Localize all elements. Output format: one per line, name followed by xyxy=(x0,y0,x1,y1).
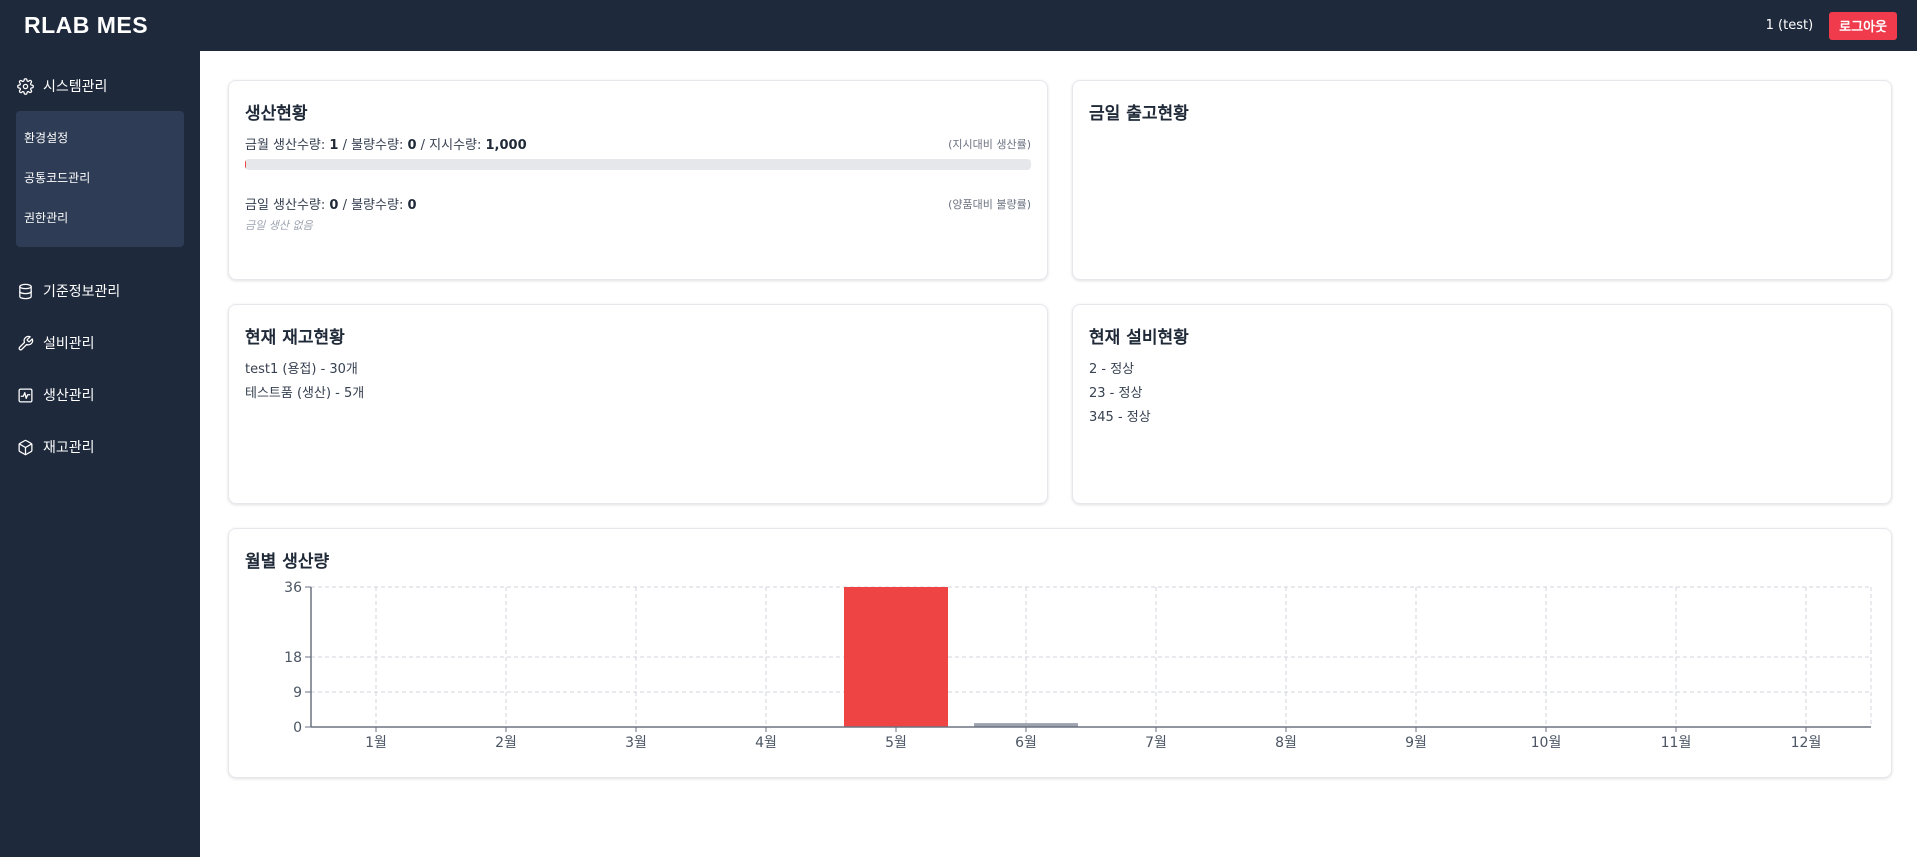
x-tick-label: 2월 xyxy=(495,735,517,751)
x-tick-label: 12월 xyxy=(1791,735,1822,751)
system-submenu: 환경설정 공통코드관리 권한관리 xyxy=(16,111,184,247)
month-bad-value: 0 xyxy=(407,138,417,153)
activity-icon xyxy=(16,386,34,404)
month-hint: (지시대비 생산률) xyxy=(948,137,1031,151)
inventory-item: test1 (용접) - 30개 xyxy=(245,362,358,377)
y-tick-label: 36 xyxy=(284,581,302,596)
monthly-production-chart: 0 9 18 36 1월 2월 3월 4월 5월 6월 7월 8월 9월 10월 11월 12월 xyxy=(284,581,1872,751)
sidebar-item-label: 기준정보관리 xyxy=(43,284,121,300)
box-icon xyxy=(16,438,34,456)
x-tick-label: 11월 xyxy=(1661,735,1692,751)
x-tick-label: 9월 xyxy=(1405,735,1427,751)
equipment-item: 23 - 정상 xyxy=(1089,386,1143,401)
sidebar-item-system[interactable]: 시스템관리 xyxy=(0,69,200,103)
x-tick-label: 7월 xyxy=(1145,735,1167,751)
wrench-icon xyxy=(16,334,34,352)
monthly-production-card: 월별 생산량 0 9 18 36 1월 2월 3월 4월 5월 6월 7월 8월 9월 10월 11월 12월 xyxy=(228,528,1892,778)
sidebar-item-production[interactable]: 생산관리 xyxy=(0,369,200,421)
month-bad-label: / 불량수량: xyxy=(338,138,408,153)
top-bar: RLAB MES 1 (test) 로그아웃 xyxy=(0,0,1917,51)
inventory-item: 테스트품 (생산) - 5개 xyxy=(245,386,365,401)
x-tick-label: 3월 xyxy=(625,735,647,751)
inventory-status-card: 현재 재고현황 test1 (용접) - 30개 테스트품 (생산) - 5개 xyxy=(228,304,1048,504)
card-title: 금일 출고현황 xyxy=(1089,104,1189,124)
today-empty-note: 금일 생산 없음 xyxy=(245,219,313,232)
production-status-card: 생산현황 금월 생산수량: 1 / 불량수량: 0 / 지시수량: 1,000 … xyxy=(228,80,1048,280)
sidebar: 시스템관리 환경설정 공통코드관리 권한관리 기준정보관리 설비관리 생산관리 xyxy=(0,51,200,857)
today-bad-value: 0 xyxy=(407,198,417,213)
card-title: 현재 설비현황 xyxy=(1089,328,1189,348)
x-tick-label: 5월 xyxy=(885,735,907,751)
x-tick-label: 10월 xyxy=(1531,735,1562,751)
bar-5 xyxy=(844,587,948,727)
x-tick-label: 6월 xyxy=(1015,735,1037,751)
equipment-status-card: 현재 설비현황 2 - 정상 23 - 정상 345 - 정상 xyxy=(1072,304,1892,504)
submenu-item-permissions[interactable]: 권한관리 xyxy=(16,197,184,237)
y-tick-label: 9 xyxy=(293,685,302,701)
submenu-item-common-code[interactable]: 공통코드관리 xyxy=(16,157,184,197)
equipment-item: 2 - 정상 xyxy=(1089,362,1135,377)
y-tick-label: 0 xyxy=(293,720,302,736)
month-stats: 금월 생산수량: 1 / 불량수량: 0 / 지시수량: 1,000 xyxy=(245,134,527,153)
sidebar-item-label: 재고관리 xyxy=(43,440,95,456)
gear-icon xyxy=(16,77,34,95)
card-title: 현재 재고현황 xyxy=(245,328,345,348)
month-stats-row: 금월 생산수량: 1 / 불량수량: 0 / 지시수량: 1,000 (지시대비… xyxy=(245,134,1031,154)
sidebar-item-label: 설비관리 xyxy=(43,336,95,352)
chart-title: 월별 생산량 xyxy=(245,552,330,572)
sidebar-groups: 기준정보관리 설비관리 생산관리 재고관리 xyxy=(0,265,200,473)
sidebar-item-label: 시스템관리 xyxy=(43,79,108,95)
month-order-label: / 지시수량: xyxy=(416,138,486,153)
app-title: RLAB MES xyxy=(24,12,149,38)
user-label: 1 (test) xyxy=(1765,18,1814,33)
sidebar-item-label: 생산관리 xyxy=(43,388,95,404)
user-area: 1 (test) 로그아웃 xyxy=(1765,11,1897,40)
today-hint: (양품대비 불량률) xyxy=(948,197,1031,211)
shipment-status-card: 금일 출고현황 xyxy=(1072,80,1892,280)
x-tick-label: 4월 xyxy=(755,735,777,751)
card-title: 생산현황 xyxy=(245,104,308,124)
today-bad-label: / 불량수량: xyxy=(338,198,408,213)
month-progress-fill xyxy=(245,159,246,170)
month-progress-bar xyxy=(245,159,1031,170)
database-icon xyxy=(16,282,34,300)
y-tick-label: 18 xyxy=(284,650,302,666)
today-stats-row: 금일 생산수량: 0 / 불량수량: 0 (양품대비 불량률) xyxy=(245,194,1031,214)
sidebar-item-master-data[interactable]: 기준정보관리 xyxy=(0,265,200,317)
today-qty-label: 금일 생산수량: xyxy=(245,198,330,213)
today-stats: 금일 생산수량: 0 / 불량수량: 0 xyxy=(245,194,417,213)
sidebar-item-inventory[interactable]: 재고관리 xyxy=(0,421,200,473)
x-tick-label: 1월 xyxy=(365,735,387,751)
submenu-item-settings[interactable]: 환경설정 xyxy=(16,117,184,157)
equipment-item: 345 - 정상 xyxy=(1089,410,1151,425)
month-qty-label: 금월 생산수량: xyxy=(245,138,330,153)
x-tick-label: 8월 xyxy=(1275,735,1297,751)
month-order-value: 1,000 xyxy=(485,138,527,153)
sidebar-item-equipment[interactable]: 설비관리 xyxy=(0,317,200,369)
logout-button[interactable]: 로그아웃 xyxy=(1829,11,1897,40)
